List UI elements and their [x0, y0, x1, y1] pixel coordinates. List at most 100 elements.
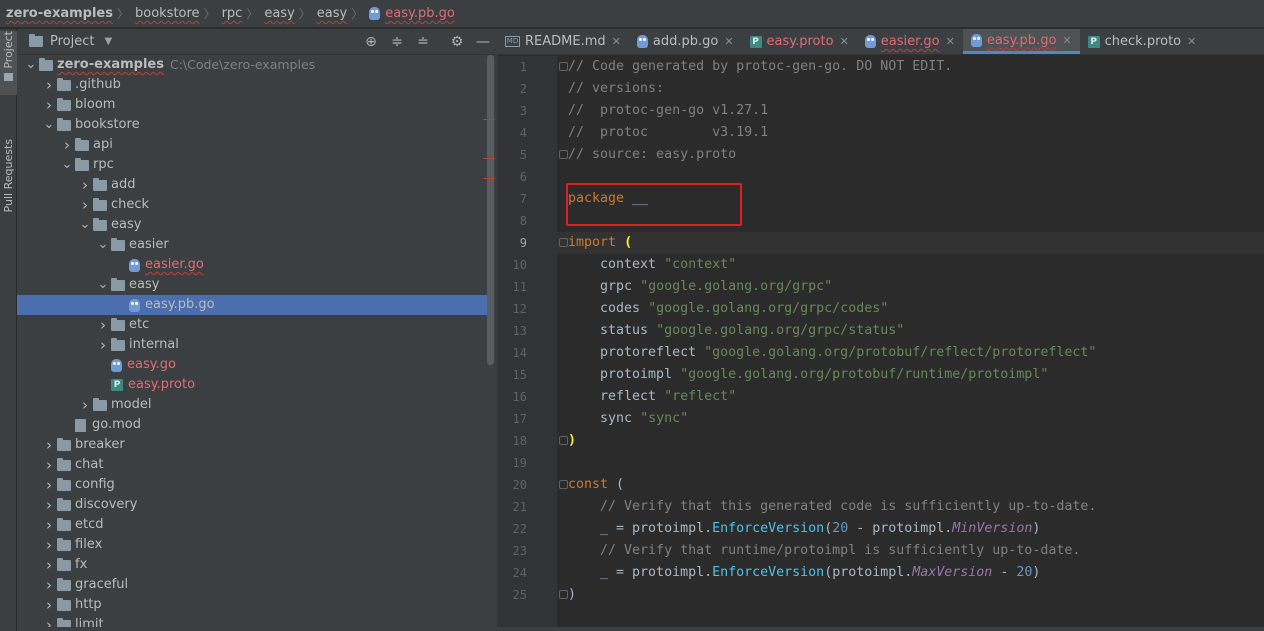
chevron-right-icon[interactable]: › [77, 195, 93, 215]
chevron-right-icon[interactable]: › [41, 475, 57, 495]
tree-row[interactable]: › fx [17, 555, 487, 575]
close-icon[interactable]: ✕ [612, 35, 621, 48]
line-number: 15 [512, 368, 527, 382]
tree-row[interactable]: go.mod [17, 415, 487, 435]
editor-tab[interactable]: MD README.md ✕ [497, 29, 629, 54]
fold-marker-icon[interactable] [559, 436, 568, 445]
tree-row[interactable]: › check [17, 195, 487, 215]
chevron-right-icon[interactable]: › [41, 435, 57, 455]
tree-row[interactable]: › bloom [17, 95, 487, 115]
editor-tab[interactable]: Peasy.proto ✕ [742, 29, 857, 54]
chevron-down-icon[interactable]: ⌄ [77, 218, 93, 231]
tree-row[interactable]: ⌄ bookstore [17, 115, 487, 135]
tree-row[interactable]: › etc [17, 315, 487, 335]
expand-all-icon[interactable]: ≑ [389, 34, 405, 50]
fold-marker-icon[interactable] [559, 480, 568, 489]
folder-icon [4, 72, 13, 81]
tree-row[interactable]: ⌄ easy [17, 215, 487, 235]
chevron-right-icon[interactable]: › [41, 555, 57, 575]
line-number: 13 [512, 324, 527, 338]
tree-row[interactable]: Peasy.proto [17, 375, 487, 395]
breadcrumb-item[interactable]: bookstore [135, 6, 200, 21]
tree-item-label: chat [75, 457, 104, 472]
chevron-right-icon[interactable]: › [41, 455, 57, 475]
close-icon[interactable]: ✕ [946, 35, 955, 48]
tree-row[interactable]: › add [17, 175, 487, 195]
folder-icon [93, 217, 107, 231]
tree-item-label: http [75, 597, 102, 612]
tree-row[interactable]: › config [17, 475, 487, 495]
project-view-selector[interactable]: Project [50, 34, 94, 49]
horizontal-scrollbar[interactable] [17, 627, 1264, 631]
tool-window-strip: Project Pull Requests [0, 29, 17, 631]
chevron-right-icon[interactable]: › [95, 315, 111, 335]
folder-icon [111, 317, 125, 331]
chevron-right-icon[interactable]: › [41, 595, 57, 615]
chevron-right-icon[interactable]: › [41, 535, 57, 555]
tree-row[interactable]: › graceful [17, 575, 487, 595]
chevron-down-icon[interactable]: ⌄ [95, 278, 111, 291]
editor-tab[interactable]: easier.go ✕ [857, 29, 963, 54]
chevron-down-icon[interactable]: ⌄ [59, 158, 75, 171]
tree-row[interactable]: ⌄ zero-examples C:\Code\zero-examples [17, 55, 487, 75]
tree-row[interactable]: › breaker [17, 435, 487, 455]
chevron-right-icon[interactable]: › [95, 335, 111, 355]
chevron-right-icon[interactable]: › [41, 515, 57, 535]
collapse-all-icon[interactable]: ≐ [415, 34, 431, 50]
tree-row[interactable]: › model [17, 395, 487, 415]
close-icon[interactable]: ✕ [1187, 35, 1196, 48]
close-icon[interactable]: ✕ [1062, 34, 1071, 47]
breadcrumb-item[interactable]: rpc [222, 6, 243, 21]
tree-row[interactable]: › discovery [17, 495, 487, 515]
chevron-right-icon[interactable]: › [77, 175, 93, 195]
close-icon[interactable]: ✕ [724, 35, 733, 48]
gear-icon[interactable]: ⚙ [449, 34, 465, 50]
breadcrumb-item[interactable]: easy.pb.go [369, 6, 455, 21]
chevron-down-icon[interactable]: ⌄ [41, 118, 57, 131]
fold-marker-icon[interactable] [559, 150, 568, 159]
breadcrumb-label: bookstore [134, 6, 200, 21]
fold-marker-icon[interactable] [559, 590, 568, 599]
breadcrumb-item[interactable]: zero-examples [6, 6, 113, 21]
chevron-down-icon[interactable]: ▼ [104, 36, 112, 47]
close-icon[interactable]: ✕ [840, 35, 849, 48]
fold-marker-icon[interactable] [559, 62, 568, 71]
tree-row[interactable]: easy.pb.go [17, 295, 487, 315]
chevron-right-icon[interactable]: › [41, 75, 57, 95]
chevron-right-icon[interactable]: › [41, 495, 57, 515]
editor-tab[interactable]: Pcheck.proto ✕ [1080, 29, 1205, 54]
folder-icon [57, 557, 71, 571]
breadcrumb-item[interactable]: easy [317, 6, 347, 21]
minimize-icon[interactable]: — [475, 34, 491, 50]
chevron-down-icon[interactable]: ⌄ [95, 238, 111, 251]
breadcrumb-item[interactable]: easy [264, 6, 294, 21]
chevron-down-icon[interactable]: ⌄ [23, 58, 39, 71]
chevron-right-icon[interactable]: › [59, 135, 75, 155]
tree-row[interactable]: easy.go [17, 355, 487, 375]
tree-row[interactable]: › api [17, 135, 487, 155]
tree-row[interactable]: ⌄ easy [17, 275, 487, 295]
tree-item-label: check [111, 197, 150, 212]
tree-row[interactable]: easier.go [17, 255, 487, 275]
chevron-right-icon[interactable]: › [77, 395, 93, 415]
tree-row[interactable]: › etcd [17, 515, 487, 535]
pull-requests-tool-tab[interactable]: Pull Requests [0, 139, 17, 212]
editor-tab[interactable]: easy.pb.go ✕ [962, 29, 1080, 54]
tree-row[interactable]: ⌄ easier [17, 235, 487, 255]
editor-tab[interactable]: add.pb.go ✕ [629, 29, 742, 54]
fold-marker-icon[interactable] [559, 238, 568, 247]
tree-row[interactable]: › .github [17, 75, 487, 95]
tree-row[interactable]: › internal [17, 335, 487, 355]
tree-item-label: etcd [75, 517, 104, 532]
tree-row[interactable]: ⌄ rpc [17, 155, 487, 175]
chevron-right-icon[interactable]: › [41, 575, 57, 595]
code-line: // source: easy.proto [568, 144, 736, 166]
tree-row[interactable]: › http [17, 595, 487, 615]
tree-row[interactable]: › chat [17, 455, 487, 475]
project-tool-tab[interactable]: Project [0, 31, 17, 95]
chevron-right-icon[interactable]: › [41, 95, 57, 115]
tree-row[interactable]: › filex [17, 535, 487, 555]
locate-file-icon[interactable]: ⊕ [363, 34, 379, 50]
code-editor[interactable]: 1 2 3 4 5 6 7 8 9 10 11 12 13 14 15 16 17 18 19 20 21 22 23 24 2… [497, 56, 1264, 631]
tree-scrollbar[interactable] [487, 55, 494, 365]
